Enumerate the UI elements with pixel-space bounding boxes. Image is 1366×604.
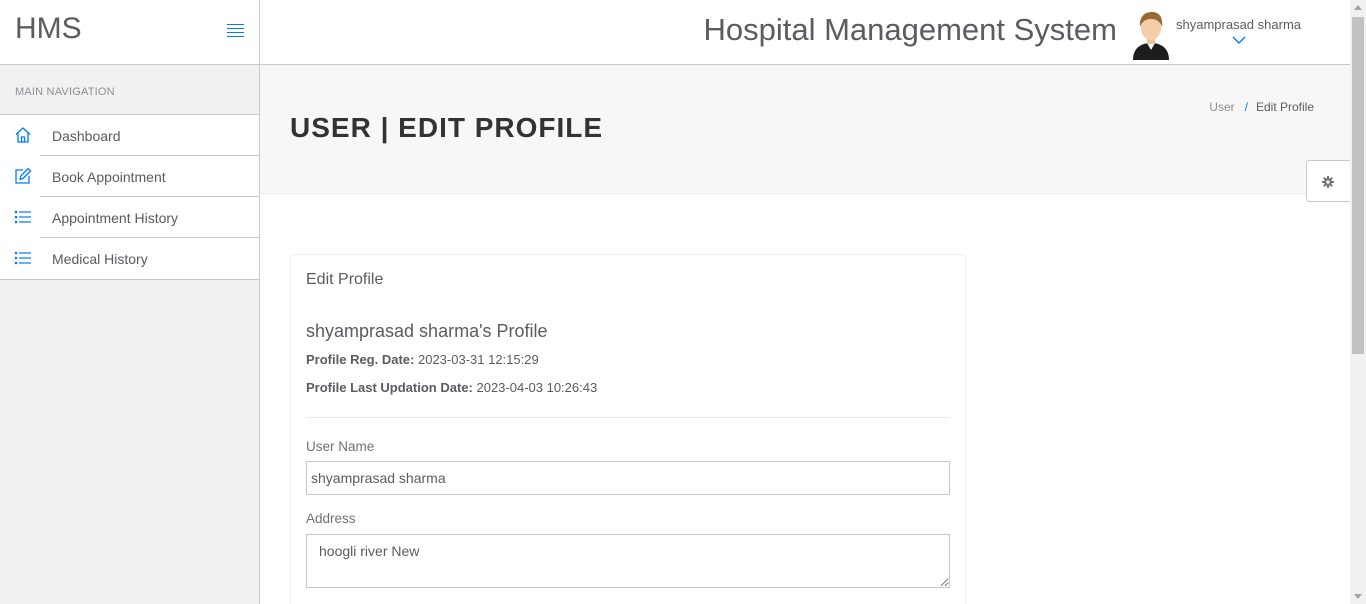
- brand-logo[interactable]: HMS: [15, 12, 82, 46]
- top-navbar: Hospital Management System shyamprasad s…: [260, 0, 1350, 65]
- chevron-down-icon[interactable]: [1232, 36, 1246, 45]
- address-label: Address: [306, 511, 356, 526]
- sidebar-item-label: Appointment History: [52, 210, 179, 226]
- edit-profile-panel: Edit Profile shyamprasad sharma's Profil…: [290, 254, 966, 604]
- breadcrumb: User / Edit Profile: [1209, 100, 1314, 114]
- user-avatar-icon[interactable]: [1131, 10, 1171, 60]
- menu-toggle-icon[interactable]: [227, 24, 244, 37]
- page-title: USER | EDIT PROFILE: [290, 112, 604, 143]
- sidebar-item-label: Medical History: [52, 251, 148, 267]
- profile-title: shyamprasad sharma's Profile: [306, 321, 548, 341]
- divider: [306, 417, 950, 418]
- breadcrumb-separator: /: [1244, 100, 1248, 114]
- home-icon: [15, 127, 31, 143]
- edit-icon: [15, 167, 32, 184]
- sidebar: HMS MAIN NAVIGATION Dashboard Book Appoi…: [0, 0, 260, 604]
- breadcrumb-current: Edit Profile: [1255, 100, 1314, 114]
- gear-icon: [1322, 176, 1334, 188]
- list-icon: [14, 210, 31, 224]
- app-title: Hospital Management System: [703, 12, 1117, 47]
- reg-date-row: Profile Reg. Date: 2023-03-31 12:15:29: [306, 352, 539, 367]
- scroll-up-arrow-icon[interactable]: [1354, 5, 1362, 10]
- sidebar-item-book-appointment[interactable]: Book Appointment: [0, 156, 259, 197]
- address-textarea[interactable]: hoogli river New: [306, 534, 950, 588]
- page-header: USER | EDIT PROFILE User / Edit Profile: [260, 65, 1350, 194]
- settings-button[interactable]: [1306, 160, 1350, 202]
- update-date-row: Profile Last Updation Date: 2023-04-03 1…: [306, 380, 597, 395]
- list-icon: [14, 251, 31, 265]
- nav-list: Dashboard Book Appointment Appointment H…: [0, 115, 259, 280]
- sidebar-item-label: Dashboard: [52, 128, 121, 144]
- brand-bar: HMS: [0, 0, 259, 65]
- sidebar-item-medical-history[interactable]: Medical History: [0, 238, 259, 279]
- sidebar-item-dashboard[interactable]: Dashboard: [0, 115, 259, 156]
- sidebar-item-label: Book Appointment: [52, 169, 166, 185]
- page-scrollbar[interactable]: [1350, 0, 1366, 604]
- user-name-label: User Name: [306, 439, 375, 454]
- breadcrumb-link-user[interactable]: User: [1209, 100, 1234, 114]
- update-date-value: 2023-04-03 10:26:43: [476, 380, 598, 395]
- panel-heading: Edit Profile: [306, 271, 384, 288]
- reg-date-value: 2023-03-31 12:15:29: [417, 352, 539, 367]
- user-name-input[interactable]: [306, 461, 950, 495]
- scroll-down-arrow-icon[interactable]: [1354, 594, 1362, 599]
- update-date-label: Profile Last Updation Date:: [306, 380, 473, 395]
- nav-header: MAIN NAVIGATION: [0, 65, 259, 115]
- sidebar-item-appointment-history[interactable]: Appointment History: [0, 197, 259, 238]
- reg-date-label: Profile Reg. Date:: [306, 352, 415, 367]
- main-content: USER | EDIT PROFILE User / Edit Profile Ed…: [260, 65, 1350, 604]
- scrollbar-thumb[interactable]: [1352, 17, 1364, 354]
- user-name[interactable]: shyamprasad sharma: [1176, 17, 1301, 32]
